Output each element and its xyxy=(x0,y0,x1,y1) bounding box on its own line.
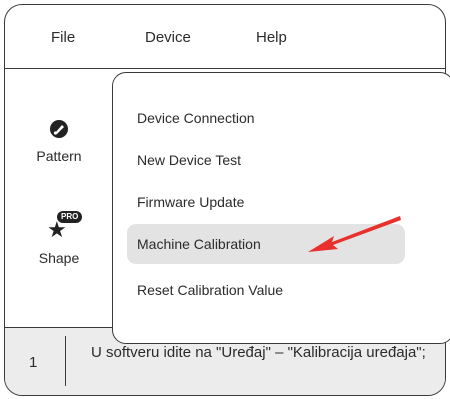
shape-icon-group: ★ PRO xyxy=(39,211,83,241)
step-divider xyxy=(65,336,66,386)
menu-item-device-connection[interactable]: Device Connection xyxy=(137,110,255,126)
menu-file[interactable]: File xyxy=(51,29,75,46)
menu-item-firmware-update[interactable]: Firmware Update xyxy=(137,194,244,210)
menu-item-new-device-test[interactable]: New Device Test xyxy=(137,152,241,168)
menu-item-reset-calibration-value[interactable]: Reset Calibration Value xyxy=(137,282,283,298)
menu-bar: File Device Help xyxy=(5,5,445,69)
pro-badge: PRO xyxy=(57,211,83,223)
left-toolbar: Pattern ★ PRO Shape xyxy=(5,69,113,327)
menu-device[interactable]: Device xyxy=(145,29,191,46)
pattern-button[interactable]: Pattern xyxy=(5,119,113,164)
menu-help[interactable]: Help xyxy=(256,29,287,46)
shape-button[interactable]: ★ PRO Shape xyxy=(5,211,113,266)
step-text: U softveru idite na "Uređaj" – "Kalibrac… xyxy=(91,344,426,361)
red-arrow-icon xyxy=(308,216,401,252)
step-number: 1 xyxy=(29,354,38,371)
menu-item-machine-calibration[interactable]: Machine Calibration xyxy=(137,236,261,252)
device-dropdown-menu: Device Connection New Device Test Firmwa… xyxy=(112,72,450,344)
shape-label: Shape xyxy=(38,250,80,266)
pattern-label: Pattern xyxy=(36,148,82,164)
brush-icon xyxy=(49,119,69,139)
